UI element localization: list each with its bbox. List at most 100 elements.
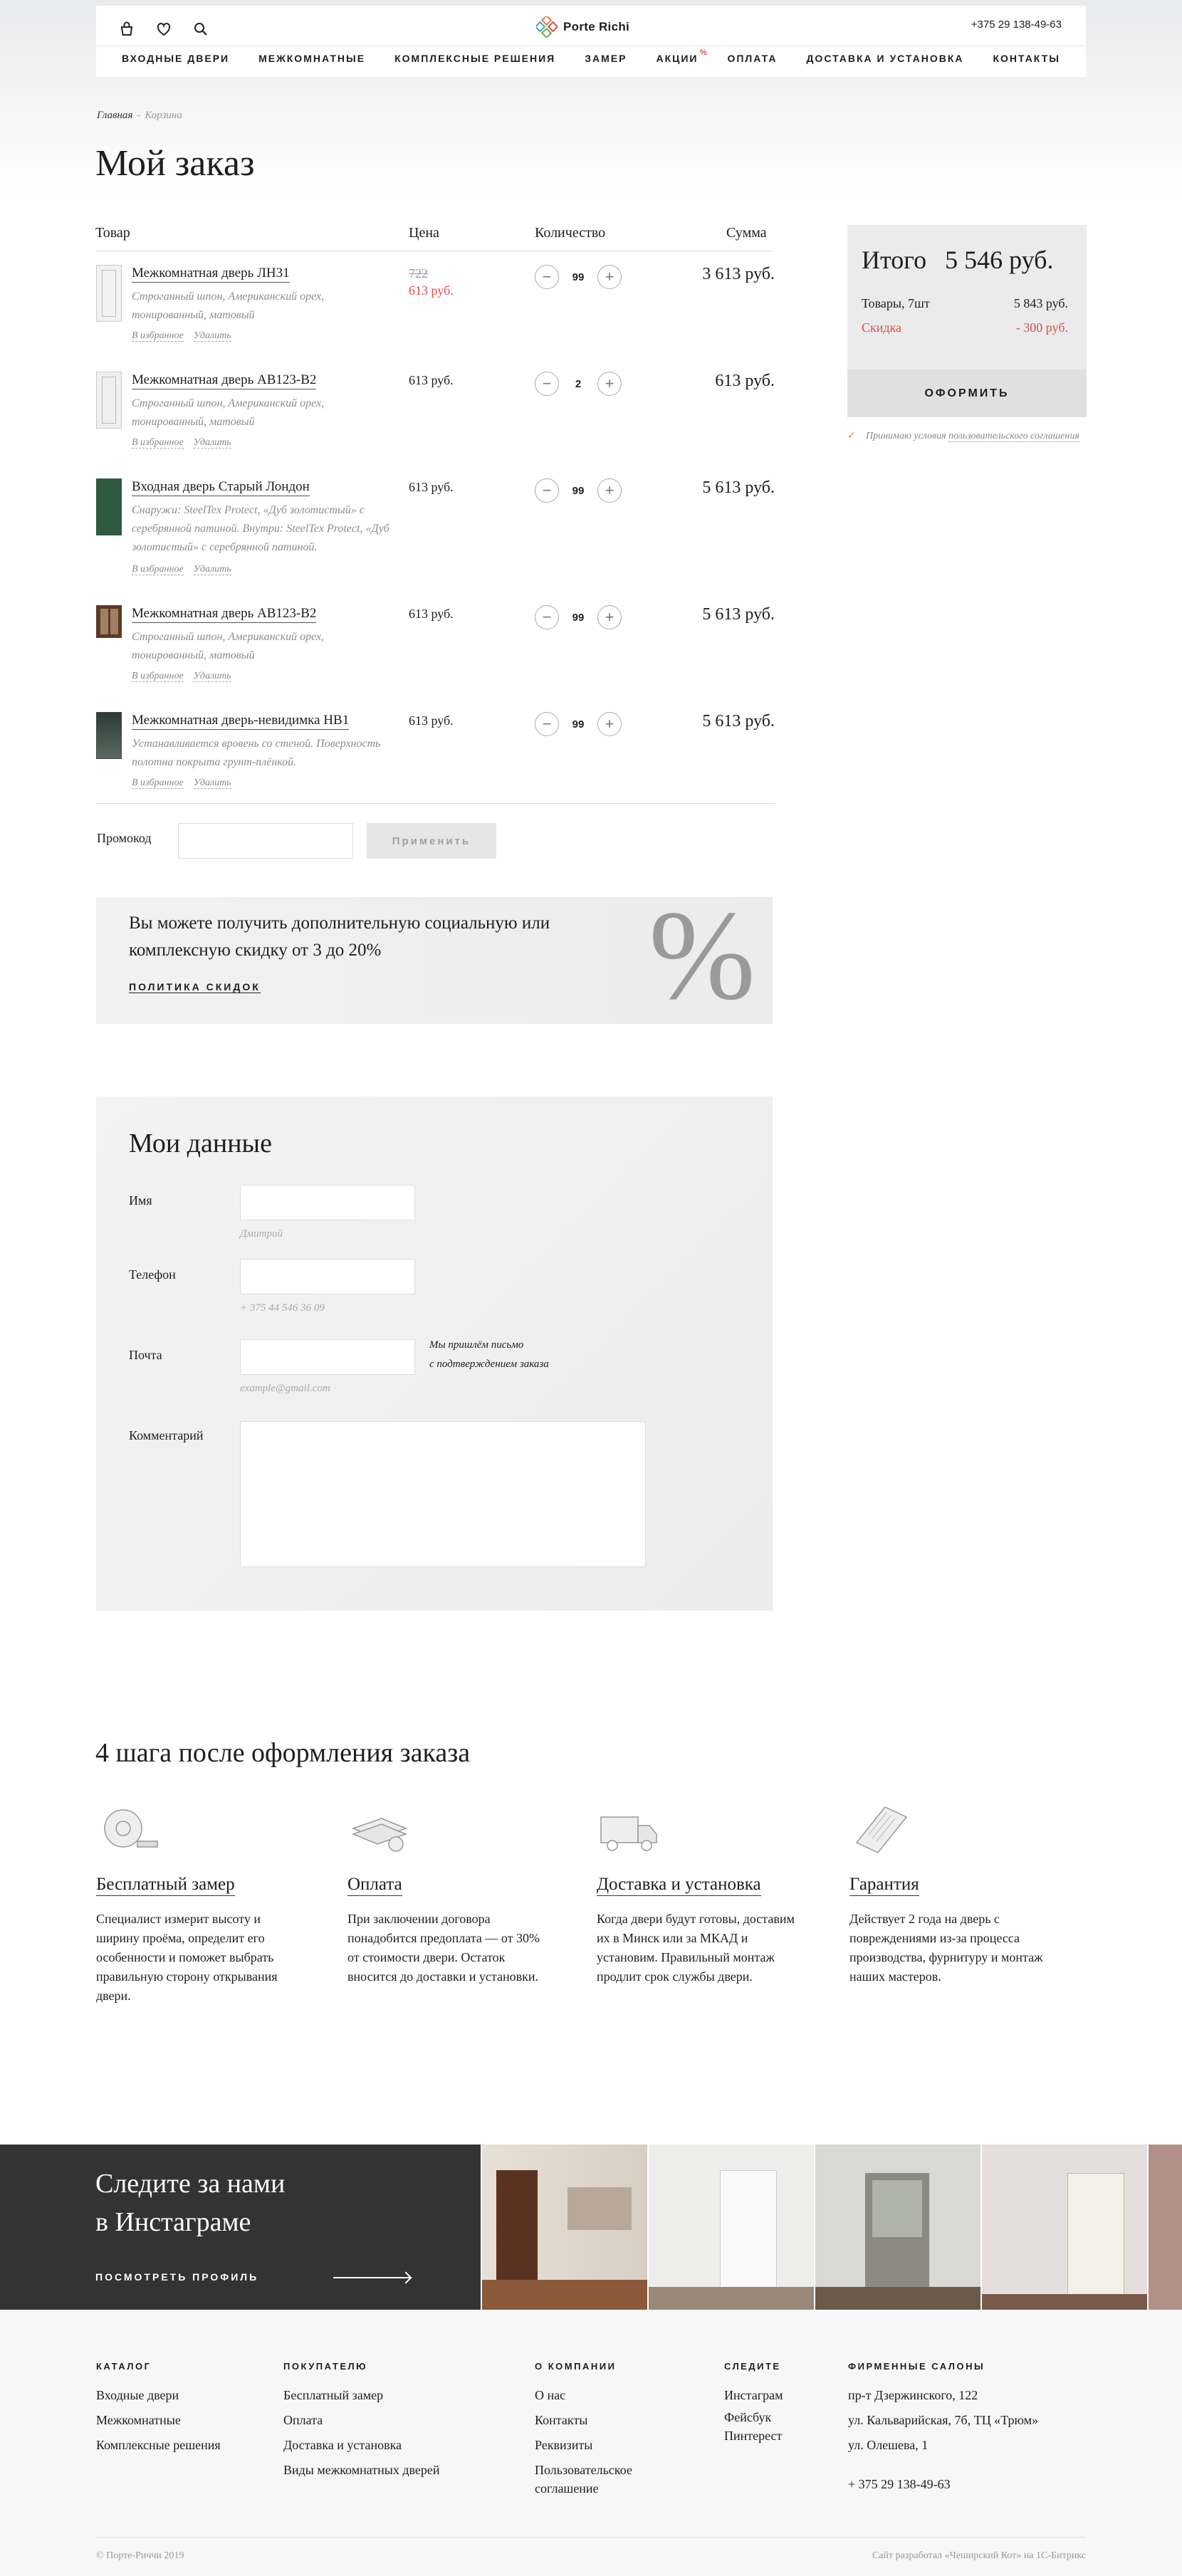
footer-link[interactable]: Оплата xyxy=(283,2408,440,2433)
add-to-favorites-link[interactable]: В избранное xyxy=(132,777,184,789)
nav-item-complex[interactable]: Комплексные решения xyxy=(394,53,555,64)
breadcrumb-home[interactable]: Главная xyxy=(97,110,132,121)
nav-item-interior[interactable]: Межкомнатные xyxy=(258,53,365,64)
increase-button[interactable]: + xyxy=(597,605,622,629)
quantity-value[interactable]: 99 xyxy=(565,271,592,283)
pinterest-link[interactable]: Пинтерест xyxy=(724,2426,783,2445)
footer-buyer-title: Покупателю xyxy=(283,2361,368,2372)
name-input[interactable] xyxy=(240,1185,415,1220)
footer-link[interactable]: Бесплатный замер xyxy=(283,2383,440,2408)
instagram-photo[interactable] xyxy=(815,2145,980,2310)
increase-button[interactable]: + xyxy=(597,712,622,736)
instagram-photo[interactable] xyxy=(482,2145,647,2310)
nav-item-contacts[interactable]: Контакты xyxy=(993,53,1060,64)
heart-icon[interactable] xyxy=(155,20,173,38)
product-thumbnail[interactable] xyxy=(96,605,122,638)
remove-link[interactable]: Удалить xyxy=(193,330,231,342)
remove-link[interactable]: Удалить xyxy=(193,671,231,682)
decrease-button[interactable]: − xyxy=(535,605,559,629)
product-name[interactable]: Межкомнатная дверь-невидимка НВ1 xyxy=(132,712,350,730)
quantity-value[interactable]: 99 xyxy=(565,612,592,624)
brand-logo[interactable]: Porte Richi xyxy=(536,16,629,38)
customer-form: Мои данные Имя Дмитрий Телефон + 375 44 … xyxy=(96,1096,773,1611)
logo-mark-icon xyxy=(536,16,558,38)
promo-label: Промокод xyxy=(97,831,152,845)
footer-phone[interactable]: + 375 29 138-49-63 xyxy=(848,2472,1038,2497)
increase-button[interactable]: + xyxy=(597,265,622,289)
column-header-qty: Количество xyxy=(535,225,606,241)
footer-link[interactable]: Контакты xyxy=(535,2408,663,2433)
add-to-favorites-link[interactable]: В избранное xyxy=(132,564,184,575)
percent-icon: % xyxy=(649,897,755,1024)
quantity-value[interactable]: 99 xyxy=(565,485,592,497)
instagram-photo[interactable] xyxy=(982,2145,1147,2310)
apply-promo-button[interactable]: Применить xyxy=(367,823,496,859)
quantity-value[interactable]: 99 xyxy=(565,718,592,731)
site-header: Porte Richi +375 29 138-49-63 Входные дв… xyxy=(96,6,1086,77)
increase-button[interactable]: + xyxy=(597,372,622,396)
footer-link[interactable]: Комплексные решения xyxy=(96,2433,221,2458)
footer-link[interactable]: О нас xyxy=(535,2383,663,2408)
decrease-button[interactable]: − xyxy=(535,372,559,396)
decrease-button[interactable]: − xyxy=(535,265,559,289)
add-to-favorites-link[interactable]: В избранное xyxy=(132,330,184,342)
increase-button[interactable]: + xyxy=(597,478,622,503)
add-to-favorites-link[interactable]: В избранное xyxy=(132,671,184,682)
cart-icon[interactable] xyxy=(117,20,136,38)
instagram-photo[interactable] xyxy=(649,2145,814,2310)
add-to-favorites-link[interactable]: В избранное xyxy=(132,437,184,449)
product-name[interactable]: Межкомнатная дверь АВ123-В2 xyxy=(132,605,317,623)
nav-item-delivery[interactable]: Доставка и установка xyxy=(806,53,963,64)
quantity-value[interactable]: 2 xyxy=(565,378,592,390)
row-sum: 5 613 руб. xyxy=(702,605,775,624)
discount-policy-link[interactable]: Политика скидок xyxy=(129,981,261,993)
product-description: Строганный шпон, Американский орех, тони… xyxy=(132,397,325,428)
product-name[interactable]: Межкомнатная дверь АВ123-В2 xyxy=(132,372,317,389)
instagram-link[interactable]: Инстаграм xyxy=(724,2383,783,2408)
footer-link[interactable]: Входные двери xyxy=(96,2383,221,2408)
search-icon[interactable] xyxy=(192,20,210,38)
product-thumbnail[interactable] xyxy=(96,712,122,759)
goods-value: 5 843 руб. xyxy=(1013,296,1068,310)
footer-link[interactable]: Доставка и установка xyxy=(283,2433,440,2458)
nav-item-payment[interactable]: Оплата xyxy=(727,53,777,64)
promo-input[interactable] xyxy=(178,823,353,859)
goods-label: Товары, 7шт xyxy=(862,296,930,310)
header-phone[interactable]: +375 29 138-49-63 xyxy=(971,19,1062,31)
footer-link[interactable]: Межкомнатные xyxy=(96,2408,221,2433)
nav-item-entrance-doors[interactable]: Входные двери xyxy=(122,53,229,64)
total-value: 5 546 руб. xyxy=(945,246,1054,274)
agreement-checkbox[interactable]: ✓ Принимаю условия пользовательского сог… xyxy=(847,430,1087,443)
email-input[interactable] xyxy=(240,1339,415,1375)
header-icons xyxy=(117,20,210,38)
product-thumbnail[interactable] xyxy=(96,372,122,429)
discount-value: - 300 руб. xyxy=(1015,320,1068,335)
phone-label: Телефон xyxy=(129,1267,176,1282)
remove-link[interactable]: Удалить xyxy=(193,777,231,789)
footer-link[interactable]: Пользовательское соглашение xyxy=(535,2461,663,2498)
discount-banner: Вы можете получить дополнительную социал… xyxy=(96,897,773,1024)
new-price: 613 руб. xyxy=(409,283,454,298)
footer-link[interactable]: Реквизиты xyxy=(535,2433,663,2458)
developer-credit[interactable]: Сайт разработал «Чеширский Кот» на 1С-Би… xyxy=(872,2550,1086,2562)
phone-input[interactable] xyxy=(240,1259,415,1294)
view-profile-link[interactable]: Посмотреть профиль xyxy=(95,2271,258,2283)
product-name[interactable]: Входная дверь Старый Лондон xyxy=(132,478,310,496)
facebook-link[interactable]: Фейсбук xyxy=(724,2408,783,2426)
nav-item-promotions[interactable]: Акции% xyxy=(656,48,706,64)
footer-buyer: Покупателю Бесплатный замер Оплата Доста… xyxy=(283,2361,440,2483)
footer-catalog-title: Каталог xyxy=(96,2361,152,2372)
decrease-button[interactable]: − xyxy=(535,712,559,736)
agreement-link[interactable]: пользовательского соглашения xyxy=(948,431,1079,442)
product-thumbnail[interactable] xyxy=(96,265,122,322)
footer-link[interactable]: Виды межкомнатных дверей xyxy=(283,2458,440,2483)
decrease-button[interactable]: − xyxy=(535,478,559,503)
product-thumbnail[interactable] xyxy=(96,478,122,535)
product-name[interactable]: Межкомнатная дверь ЛН31 xyxy=(132,265,290,283)
checkout-button[interactable]: Оформить xyxy=(847,370,1087,417)
comment-textarea[interactable] xyxy=(240,1421,646,1567)
remove-link[interactable]: Удалить xyxy=(193,437,231,449)
remove-link[interactable]: Удалить xyxy=(193,564,231,575)
instagram-photo[interactable] xyxy=(1149,2145,1182,2310)
nav-item-measure[interactable]: Замер xyxy=(585,53,627,64)
